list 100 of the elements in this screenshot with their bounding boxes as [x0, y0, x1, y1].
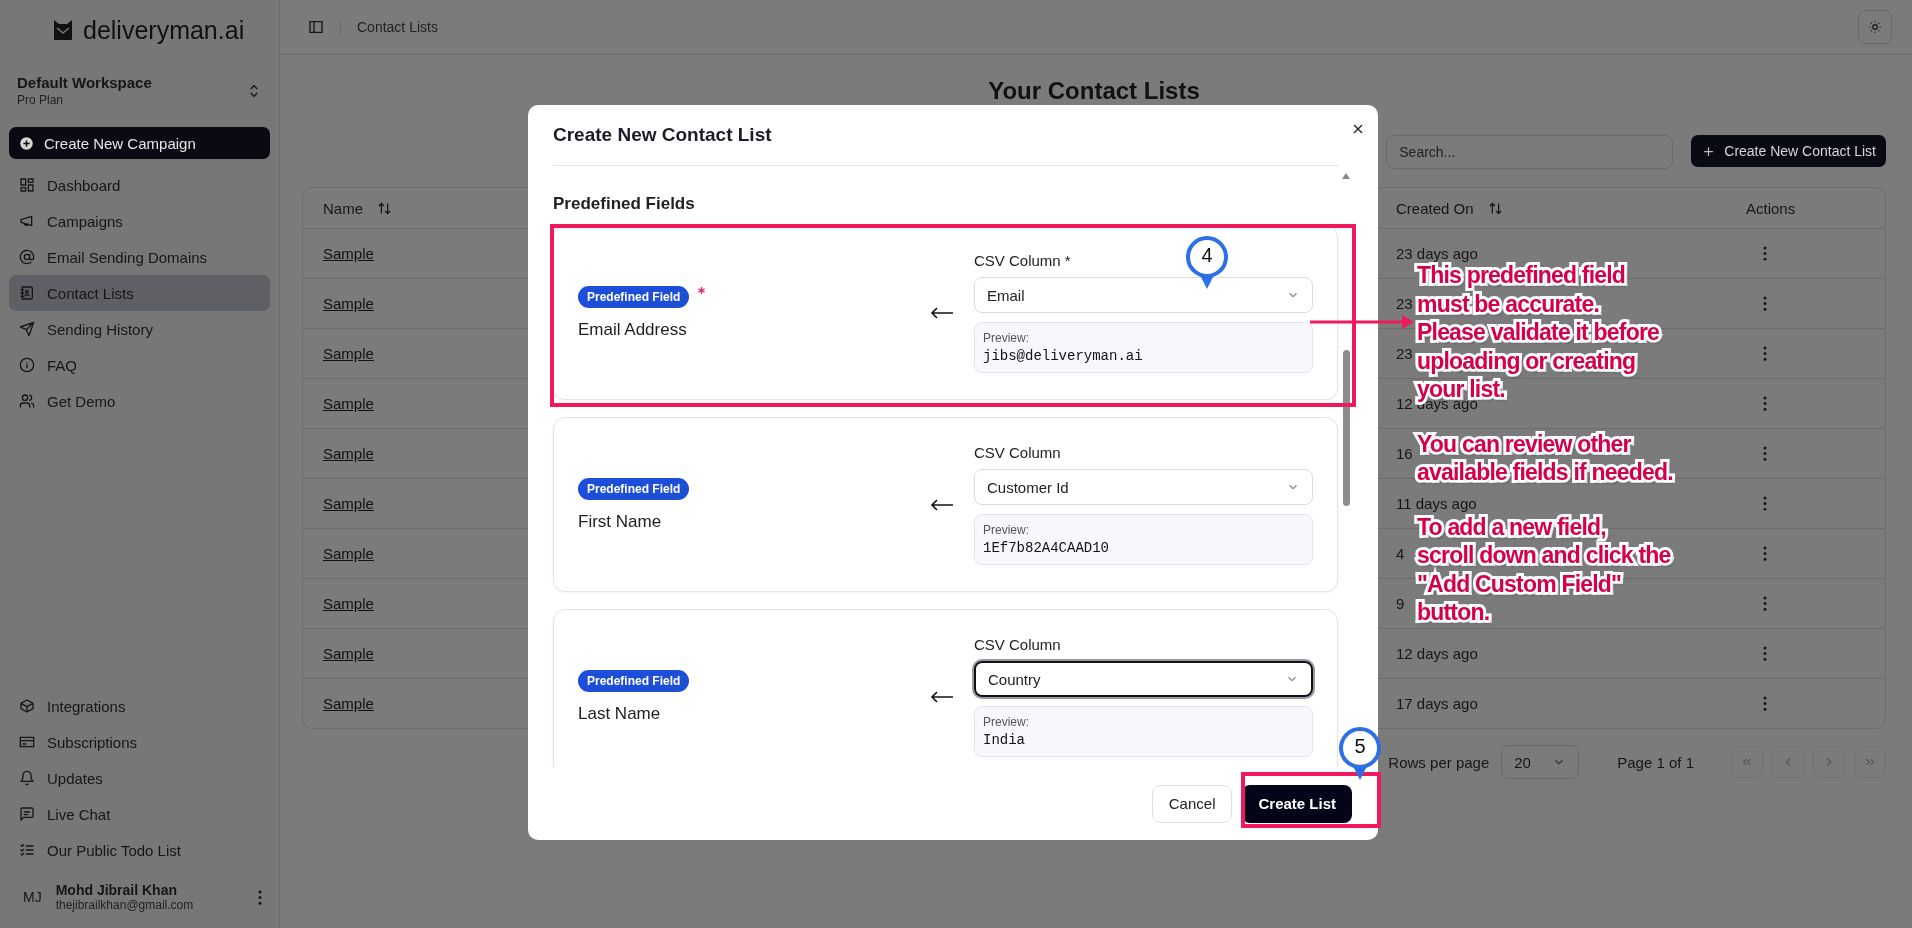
section-heading: Predefined Fields — [553, 194, 696, 214]
preview-label: Preview: — [983, 715, 1030, 729]
megaphone-icon — [19, 213, 35, 229]
more-icon[interactable] — [1763, 446, 1767, 461]
column-header[interactable]: Created On — [1396, 199, 1474, 217]
list-name-link[interactable]: Sample — [323, 395, 374, 412]
list-name-link[interactable]: Sample — [323, 445, 374, 462]
create-list-button[interactable]: Create New Contact List — [1691, 135, 1886, 167]
arrow-left-icon — [930, 498, 954, 511]
sidebar-item[interactable]: Updates — [9, 760, 270, 796]
rows-per-page-select[interactable]: 20 — [1501, 745, 1580, 779]
csv-column-label: CSV Column — [974, 636, 1061, 653]
table-cell: 11 days ago — [1396, 495, 1477, 512]
create-campaign-button[interactable]: Create New Campaign — [9, 127, 270, 159]
table-cell: 12 days ago — [1396, 645, 1478, 662]
csv-column-select[interactable]: Customer Id — [974, 469, 1313, 505]
sun-icon — [1868, 20, 1882, 34]
plus-circle-icon — [19, 135, 34, 151]
sidebar-item[interactable]: Integrations — [9, 688, 270, 724]
more-icon[interactable] — [1763, 596, 1767, 611]
annotation-note: To add a new field, scroll down and click the "Add Custom Field" button. — [1417, 512, 1672, 627]
bell-icon — [19, 770, 35, 786]
more-icon[interactable] — [258, 889, 262, 905]
preview-value: India — [983, 732, 1026, 748]
arrow-left-icon — [930, 306, 954, 319]
send-icon — [19, 321, 35, 337]
csv-column-select[interactable]: Email — [974, 277, 1313, 313]
more-icon[interactable] — [1763, 346, 1767, 361]
preview-value: 1Ef7b82A4CAAD10 — [983, 540, 1111, 556]
field-badge: Predefined Field — [578, 285, 690, 308]
field-badge: Predefined Field — [578, 669, 690, 692]
scrollbar-thumb[interactable] — [1343, 350, 1350, 506]
workspace-switcher[interactable]: Default Workspace Pro Plan — [17, 74, 270, 107]
page-info: Page 1 of 1 — [1617, 753, 1694, 771]
sidebar-item[interactable]: Dashboard — [9, 167, 270, 203]
more-icon[interactable] — [1763, 546, 1767, 561]
list-name-link[interactable]: Sample — [323, 495, 374, 512]
checklist-icon — [19, 842, 35, 858]
table-cell: 9 — [1396, 595, 1405, 612]
theme-toggle-button[interactable] — [1858, 10, 1892, 44]
table-cell: 23 — [1396, 345, 1413, 362]
sidebar-item[interactable]: Sending History — [9, 311, 270, 347]
info-icon — [19, 357, 35, 373]
table-cell: 4 — [1396, 545, 1405, 562]
column-header[interactable]: Actions — [1746, 199, 1796, 217]
list-name-link[interactable]: Sample — [323, 345, 374, 362]
list-name-link[interactable]: Sample — [323, 245, 374, 262]
more-icon[interactable] — [1763, 696, 1767, 711]
sidebar-item[interactable]: Our Public Todo List — [9, 832, 270, 868]
csv-column-label: CSV Column — [974, 444, 1061, 461]
more-icon[interactable] — [1763, 496, 1767, 511]
list-name-link[interactable]: Sample — [323, 295, 374, 312]
sidebar-item[interactable]: Campaigns — [9, 203, 270, 239]
cancel-button[interactable]: Cancel — [1151, 784, 1233, 823]
more-icon[interactable] — [1763, 246, 1767, 261]
more-icon[interactable] — [1763, 646, 1767, 661]
sort-icon[interactable] — [377, 200, 392, 216]
field-label: Email Address — [578, 319, 688, 340]
sort-icon[interactable] — [1487, 200, 1503, 216]
sidebar-item[interactable]: Subscriptions — [9, 724, 270, 760]
search-field[interactable]: Search... — [1386, 135, 1674, 169]
table-cell: 17 days ago — [1396, 695, 1478, 712]
breadcrumb[interactable]: Contact Lists — [357, 19, 438, 35]
column-header[interactable]: Name — [323, 199, 363, 217]
sidebar-item[interactable]: Live Chat — [9, 796, 270, 832]
rows-per-page-label: Rows per page — [1388, 753, 1490, 771]
page-title: Your Contact Lists — [987, 77, 1201, 105]
grid-icon — [19, 177, 35, 193]
preview-value: jibs@deliveryman.ai — [983, 348, 1144, 364]
csv-column-select[interactable]: Country — [974, 661, 1313, 697]
csv-column-label: CSV Column * — [974, 252, 1071, 269]
at-sign-icon — [19, 249, 35, 265]
sidebar-item[interactable]: FAQ — [9, 347, 270, 383]
sidebar-item[interactable]: Contact Lists — [9, 275, 270, 311]
list-name-link[interactable]: Sample — [323, 645, 374, 662]
arrow-left-icon — [930, 690, 954, 703]
scroll-up-icon[interactable] — [1341, 172, 1351, 180]
dialog-title: Create New Contact List — [553, 124, 772, 146]
user-name: Mohd Jibrail Khan — [55, 882, 178, 898]
field-label: First Name — [578, 511, 663, 532]
list-name-link[interactable]: Sample — [323, 545, 374, 562]
create-list-submit-button[interactable]: Create List — [1242, 784, 1352, 823]
more-icon[interactable] — [1763, 296, 1767, 311]
logo-icon — [51, 18, 75, 42]
sidebar-toggle-icon[interactable] — [308, 19, 324, 35]
sidebar-item[interactable]: Email Sending Domains — [9, 239, 270, 275]
list-name-link[interactable]: Sample — [323, 695, 374, 712]
table-cell: 23 — [1396, 295, 1413, 312]
contact-book-icon — [19, 285, 35, 301]
field-badge: Predefined Field — [578, 477, 690, 500]
annotation-note: You can review other available fields if needed. — [1417, 429, 1673, 487]
user-initials: MJ — [23, 889, 42, 905]
preview-label: Preview: — [983, 331, 1030, 345]
list-name-link[interactable]: Sample — [323, 595, 374, 612]
brand-name: deliveryman.ai — [83, 15, 245, 45]
users-icon — [19, 393, 35, 409]
chat-icon — [19, 806, 35, 822]
sidebar-item[interactable]: Get Demo — [9, 383, 270, 419]
table-cell: 23 days ago — [1396, 245, 1478, 262]
more-icon[interactable] — [1763, 396, 1767, 411]
